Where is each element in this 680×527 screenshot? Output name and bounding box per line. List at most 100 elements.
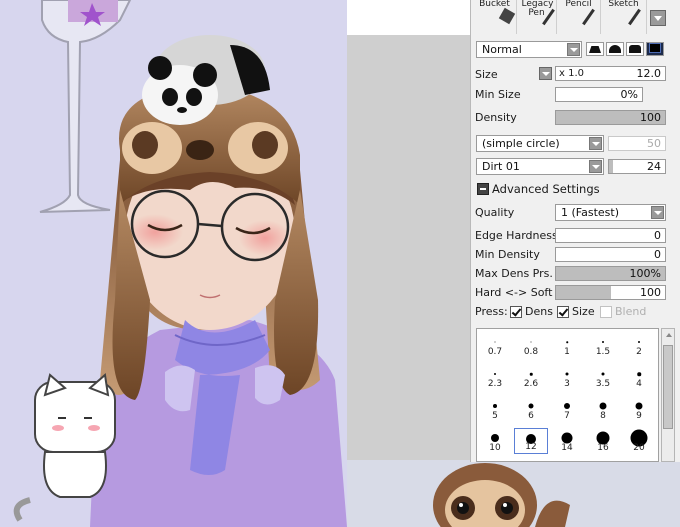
size-slider[interactable]: x 1.0 12.0	[555, 66, 666, 81]
brush-size-dot	[528, 403, 534, 409]
quality-select[interactable]: 1 (Fastest)	[555, 204, 666, 221]
max-dens-prs-label: Max Dens Prs.	[475, 267, 553, 280]
scroll-up-icon[interactable]	[663, 330, 673, 342]
brush-size-dot	[561, 432, 573, 444]
press-blend-checkbox[interactable]	[600, 306, 612, 318]
min-size-label: Min Size	[475, 88, 521, 101]
tool-label: Pencil	[565, 0, 592, 9]
brush-size-cell[interactable]: 4	[622, 364, 656, 390]
brush-size-value: 4	[636, 379, 642, 389]
brush-shape-strength-value: 50	[647, 137, 661, 150]
hard-soft-slider[interactable]: 100	[555, 285, 666, 300]
size-multiplier-button[interactable]	[539, 67, 552, 80]
brush-size-cell[interactable]: 3.5	[586, 364, 620, 390]
check-icon	[511, 306, 522, 317]
brush-size-cell[interactable]: 2.3	[478, 364, 512, 390]
brush-size-cell[interactable]: 20	[622, 428, 656, 454]
press-blend-label: Blend	[615, 305, 647, 318]
tip-shape-flat[interactable]	[586, 42, 604, 56]
hard-soft-label: Hard <-> Soft	[475, 286, 553, 299]
brush-size-value: 1	[564, 347, 570, 357]
bucket-icon	[498, 7, 516, 25]
brush-size-cell[interactable]: 2.6	[514, 364, 548, 390]
tip-shape-square[interactable]	[646, 42, 664, 56]
tool-pencil[interactable]: Pencil	[557, 0, 601, 34]
tool-sketch[interactable]: Sketch	[601, 0, 647, 34]
press-label: Press:	[475, 305, 508, 318]
quality-value: 1 (Fastest)	[561, 206, 619, 219]
advanced-settings-toggle[interactable]	[477, 183, 489, 195]
tool-scroll-button[interactable]	[650, 10, 666, 26]
panel-gap-top	[347, 0, 470, 35]
brush-size-cell[interactable]: 0.8	[514, 332, 548, 358]
tip-flat-icon	[589, 46, 601, 53]
pencil-icon	[582, 8, 595, 26]
chevron-down-icon	[542, 72, 550, 76]
min-size-field[interactable]: 0%	[555, 87, 643, 102]
texture-strength-slider[interactable]: 24	[608, 159, 666, 174]
chevron-down-icon	[651, 206, 664, 219]
brush-size-dot	[638, 341, 640, 343]
brush-size-cell[interactable]: 7	[550, 396, 584, 422]
brush-size-cell[interactable]: 10	[478, 428, 512, 454]
density-label: Density	[475, 111, 517, 124]
brush-shape-strength[interactable]: 50	[608, 136, 666, 151]
density-slider[interactable]: 100	[555, 110, 666, 125]
size-value: 12.0	[636, 67, 662, 80]
brush-size-value: 3	[564, 379, 570, 389]
min-density-field[interactable]: 0	[555, 247, 666, 262]
brush-size-dot	[637, 372, 641, 376]
brush-size-value: 10	[489, 443, 501, 453]
brush-size-cell[interactable]: 6	[514, 396, 548, 422]
texture-strength-value: 24	[647, 160, 661, 173]
brush-shape-select[interactable]: (simple circle)	[476, 135, 604, 152]
brush-size-cell[interactable]: 1	[550, 332, 584, 358]
scroll-thumb[interactable]	[663, 345, 673, 429]
brush-size-value: 0.7	[487, 347, 503, 357]
press-dens-checkbox[interactable]	[510, 306, 522, 318]
blend-mode-value: Normal	[482, 43, 522, 56]
brush-size-cell[interactable]: 14	[550, 428, 584, 454]
press-size-label: Size	[572, 305, 595, 318]
blend-mode-select[interactable]: Normal	[476, 41, 582, 58]
brush-size-value: 8	[600, 411, 606, 421]
press-size-checkbox[interactable]	[557, 306, 569, 318]
brush-size-cell[interactable]: 1.5	[586, 332, 620, 358]
brush-size-scrollbar[interactable]	[661, 328, 675, 462]
brush-size-cell[interactable]: 3	[550, 364, 584, 390]
min-density-label: Min Density	[475, 248, 540, 261]
edge-hardness-field[interactable]: 0	[555, 228, 666, 243]
tip-shape-dome[interactable]	[626, 42, 644, 56]
tool-settings-panel: Bucket Legacy Pen Pencil Sketch Normal S…	[470, 0, 680, 462]
tool-legacy-pen[interactable]: Legacy Pen	[517, 0, 557, 34]
max-dens-prs-slider[interactable]: 100%	[555, 266, 666, 281]
min-size-value: 0%	[620, 88, 638, 101]
edge-hardness-label: Edge Hardness	[475, 229, 558, 242]
tip-shape-round[interactable]	[606, 42, 624, 56]
brush-size-dot	[565, 372, 569, 376]
brush-size-value: 0.8	[523, 347, 539, 357]
brush-size-dot	[529, 372, 533, 376]
brush-size-cell[interactable]: 9	[622, 396, 656, 422]
artwork	[13, 0, 347, 527]
tool-bucket[interactable]: Bucket	[473, 0, 517, 34]
brush-size-grid: 0.7 0.8 1 1.5 2 2.3 2.6 3 3.5 4 5 6 7 8 9 10 12 14 16 20	[476, 328, 659, 462]
brush-size-cell[interactable]: 16	[586, 428, 620, 454]
brush-size-value: 6	[528, 411, 534, 421]
hard-soft-fill	[556, 286, 611, 299]
brush-size-cell[interactable]: 2	[622, 332, 656, 358]
brush-size-dot	[494, 341, 496, 343]
brush-size-cell[interactable]: 8	[586, 396, 620, 422]
sloth-sticker	[405, 460, 680, 527]
brush-size-dot	[602, 341, 604, 343]
chevron-down-icon	[567, 43, 580, 56]
brush-size-cell[interactable]: 5	[478, 396, 512, 422]
advanced-settings-title: Advanced Settings	[492, 182, 600, 196]
brush-size-dot	[635, 402, 643, 410]
brush-size-value: 2.6	[523, 379, 539, 389]
press-dens-label: Dens	[525, 305, 553, 318]
brush-size-cell[interactable]: 0.7	[478, 332, 512, 358]
brush-size-cell[interactable]: 12	[514, 428, 548, 454]
drawing-canvas[interactable]	[0, 0, 347, 527]
texture-select[interactable]: Dirt 01	[476, 158, 604, 175]
